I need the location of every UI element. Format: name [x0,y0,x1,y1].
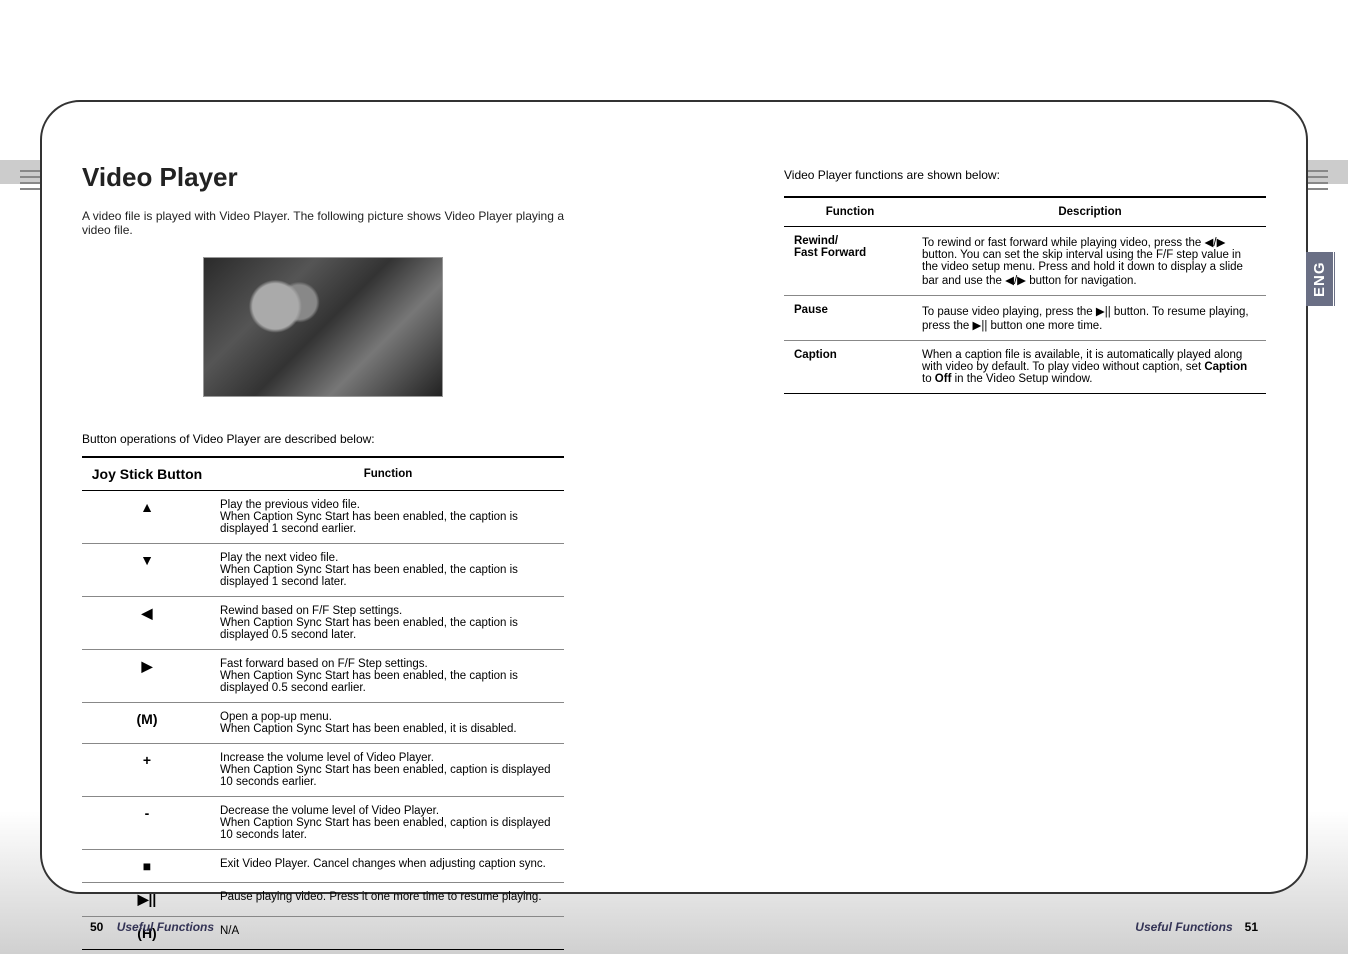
functions-table: Function Description Rewind/ Fast Forwar… [784,196,1266,394]
cell-fn: Pause [784,296,914,341]
cell: Play the next video file. When Caption S… [212,544,564,597]
cell-desc: To pause video playing, press the ▶|| bu… [914,296,1266,341]
page-spread: ENG Video Player A video file is played … [0,0,1348,954]
table-row: Caption When a caption file is available… [784,341,1266,394]
video-screenshot [203,257,443,397]
bold-text: Off [935,373,952,385]
cell: Play the previous video file. When Capti… [212,491,564,544]
cell: Increase the volume level of Video Playe… [212,744,564,797]
cell: Rewind based on F/F Step settings. When … [212,597,564,650]
table-row: ▶Fast forward based on F/F Step settings… [82,650,564,703]
menu-button-label: (M) [82,703,212,744]
page-number-right: 51 [1245,920,1258,934]
joystick-header-function: Function [212,457,564,491]
table-row: ▶||Pause playing video. Press it one mor… [82,883,564,917]
functions-header-desc: Description [914,197,1266,227]
play-pause-icon: ▶|| [82,883,212,917]
table-row: Pause To pause video playing, press the … [784,296,1266,341]
page-right: Video Player functions are shown below: … [784,162,1266,862]
cell: Fast forward based on F/F Step settings.… [212,650,564,703]
table-row: Rewind/ Fast Forward To rewind or fast f… [784,227,1266,296]
screenshot-wrap [82,257,564,402]
section-name-right: Useful Functions [1135,920,1232,934]
footer: 50 Useful Functions Useful Functions 51 [90,920,1258,934]
text: in the Video Setup window. [951,373,1092,385]
table-row: -Decrease the volume level of Video Play… [82,797,564,850]
table-caption-left: Button operations of Video Player are de… [82,432,564,446]
page-title: Video Player [82,162,564,193]
page-number-left: 50 [90,920,103,934]
cell-fn: Caption [784,341,914,394]
table-row: (M)Open a pop-up menu. When Caption Sync… [82,703,564,744]
table-row: ◀Rewind based on F/F Step settings. When… [82,597,564,650]
cell: Exit Video Player. Cancel changes when a… [212,850,564,883]
section-name-left: Useful Functions [117,920,214,934]
footer-left: 50 Useful Functions [90,920,214,934]
text: When a caption file is available, it is … [922,349,1242,373]
joystick-table: Joy Stick Button Function ▲Play the prev… [82,456,564,950]
joystick-header-button: Joy Stick Button [82,457,212,491]
cell-desc: When a caption file is available, it is … [914,341,1266,394]
joystick-left-icon: ◀ [82,597,212,650]
bold-text: Caption [1204,361,1247,373]
footer-right: Useful Functions 51 [1135,920,1258,934]
page-left: Video Player A video file is played with… [82,162,564,862]
plus-button-label: + [82,744,212,797]
table-row: ▲Play the previous video file. When Capt… [82,491,564,544]
minus-button-label: - [82,797,212,850]
table-caption-right: Video Player functions are shown below: [784,168,1266,182]
table-row: +Increase the volume level of Video Play… [82,744,564,797]
cell: Open a pop-up menu. When Caption Sync St… [212,703,564,744]
table-row: ■Exit Video Player. Cancel changes when … [82,850,564,883]
table-row: ▼Play the next video file. When Caption … [82,544,564,597]
language-tab: ENG [1306,252,1336,306]
functions-header-fn: Function [784,197,914,227]
joystick-down-icon: ▼ [82,544,212,597]
joystick-right-icon: ▶ [82,650,212,703]
text: to [922,373,935,385]
cell-desc: To rewind or fast forward while playing … [914,227,1266,296]
joystick-up-icon: ▲ [82,491,212,544]
stop-icon: ■ [82,850,212,883]
content-frame: ENG Video Player A video file is played … [40,100,1308,894]
cell: Decrease the volume level of Video Playe… [212,797,564,850]
cell-fn: Rewind/ Fast Forward [784,227,914,296]
cell: Pause playing video. Press it one more t… [212,883,564,917]
intro-text: A video file is played with Video Player… [82,209,564,237]
